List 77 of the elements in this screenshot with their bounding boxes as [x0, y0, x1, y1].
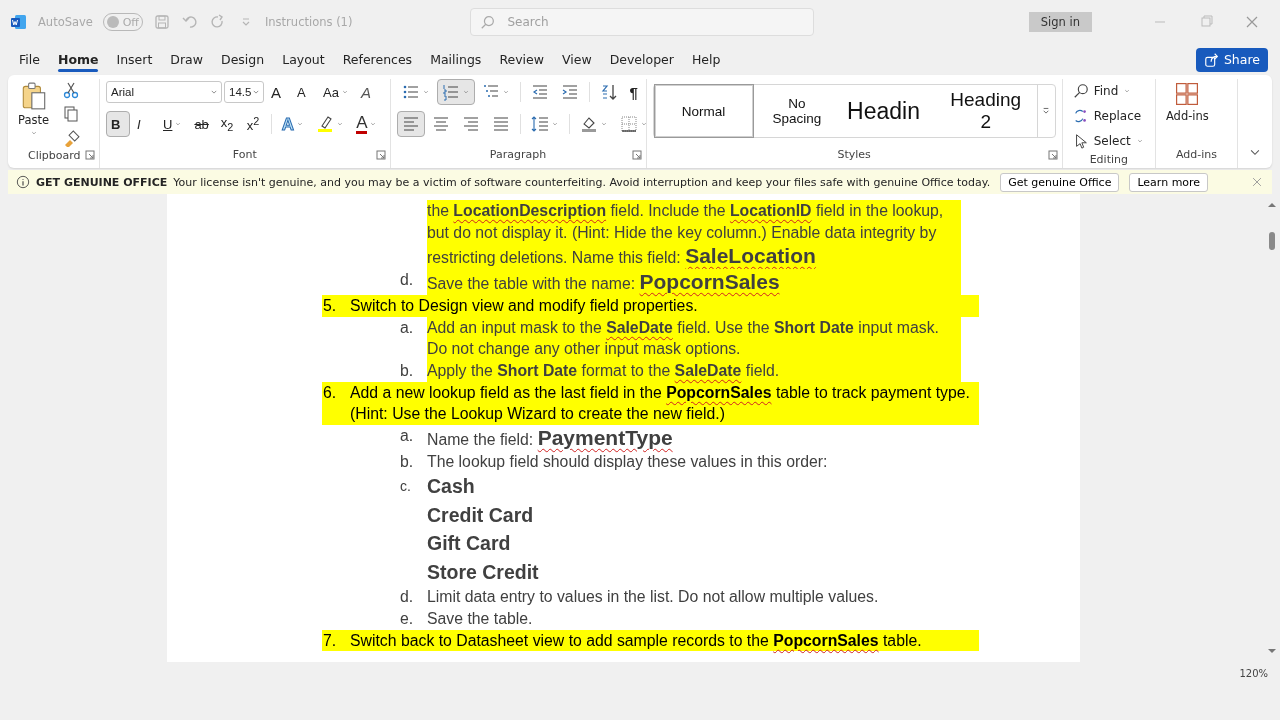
change-case-button[interactable]: Aa: [318, 79, 354, 105]
value-item-text: Cash: [427, 474, 475, 500]
zoom-level[interactable]: 120%: [1239, 668, 1268, 714]
paste-button[interactable]: Paste: [14, 79, 54, 149]
list-label: 6.: [322, 382, 338, 403]
notice-message: Your license isn't genuine, and you may be a victim of software counterfeiting. Avoid interruption and keep your files safe with genuine Office today.: [173, 175, 991, 189]
no-spacing-style[interactable]: No Spacing: [753, 84, 841, 138]
group-label: Paragraph: [488, 148, 548, 163]
sub-item-text: Add an input mask to the SaleDate field. Use the Short Date input mask. Do not change any other input mask options.: [427, 316, 961, 360]
list-label: 5.: [322, 296, 338, 317]
sub-item-text: Apply the Short Date format to the SaleDate field.: [427, 359, 961, 382]
normal-style[interactable]: Normal: [653, 84, 754, 138]
sub-item-text: The lookup field should display these values in this order:: [427, 451, 829, 472]
list-label: a.: [400, 425, 415, 446]
autosave-label: AutoSave: [38, 15, 93, 29]
format-toggle[interactable]: I: [132, 111, 156, 137]
list-label: b.: [400, 451, 415, 472]
ribbon-tab[interactable]: Layout: [273, 45, 334, 74]
group-label: Clipboard: [28, 149, 79, 164]
list-label: e.: [400, 608, 415, 629]
find-button[interactable]: Find: [1068, 79, 1148, 103]
ribbon-tab[interactable]: Help: [682, 45, 730, 74]
font-name-field[interactable]: Arial: [106, 81, 222, 103]
format-toggle[interactable]: U: [158, 111, 188, 137]
search-field[interactable]: Search: [470, 8, 815, 36]
document-title: Instructions (1): [264, 15, 353, 29]
add-ins-button[interactable]: Add-ins: [1161, 79, 1213, 148]
notice-title: GET GENUINE OFFICE: [36, 175, 168, 189]
sub-item-text: Save the table with the name: PopcornSales: [427, 269, 961, 296]
ribbon-tab[interactable]: References: [333, 45, 422, 74]
grow-font-button[interactable]: A: [266, 79, 290, 105]
clear-formatting-button[interactable]: A: [355, 79, 380, 105]
select-button[interactable]: Select: [1068, 129, 1148, 153]
ribbon-tab[interactable]: Insert: [107, 45, 162, 74]
list-item-text: Add a new lookup field as the last field in the PopcornSales table to track payment type. (Hint: Use the Lookup Wizard to create the new field.): [350, 382, 971, 425]
list-label: b.: [400, 360, 415, 381]
ribbon-tab[interactable]: Mailings: [421, 45, 491, 74]
list-label: d.: [400, 587, 415, 608]
list-label: a.: [400, 317, 415, 338]
list-label: 7.: [322, 630, 338, 651]
notice-button[interactable]: Get genuine Office: [1000, 172, 1120, 192]
format-toggle[interactable]: x$^{2}$: [241, 111, 266, 137]
format-toggle[interactable]: x$_{2}$: [215, 111, 240, 137]
sign-in-button[interactable]: Sign in: [1028, 12, 1092, 32]
list-label: c.: [400, 477, 412, 497]
value-item-text: Credit Card: [427, 502, 534, 528]
format-toggle[interactable]: B: [106, 111, 130, 137]
ribbon-tab[interactable]: View: [553, 45, 601, 74]
notice-button[interactable]: Learn more: [1129, 172, 1209, 192]
sub-item-text: the LocationDescription field. Include the LocationID field in the lookup, but do not display it. (Hint: Hide the key column.) Enable data integrity by restricting deletions. Name this field: SaleLocation: [427, 200, 961, 270]
sub-item-text: Limit data entry to values in the list. Do not allow multiple values.: [427, 587, 880, 608]
group-label: Styles: [836, 148, 872, 163]
ribbon-tab[interactable]: Home: [48, 45, 108, 74]
sub-item-text: Save the table.: [427, 608, 534, 629]
font-color-button[interactable]: A: [351, 111, 383, 137]
format-toggle[interactable]: ab: [189, 111, 214, 137]
share-button[interactable]: Share: [1195, 47, 1268, 72]
value-item-text: Store Credit: [427, 559, 539, 585]
ribbon-tab[interactable]: Review: [490, 45, 553, 74]
heading-2-style[interactable]: Heading 2: [934, 84, 1038, 138]
list-label: d.: [400, 270, 415, 291]
replace-button[interactable]: Replace: [1068, 104, 1148, 128]
show-formatting-button[interactable]: ¶: [624, 79, 649, 105]
ribbon-tab[interactable]: Design: [212, 45, 274, 74]
list-item-text: Switch to Design view and modify field properties.: [350, 296, 699, 317]
group-label: Add-ins: [1175, 148, 1217, 163]
ribbon-tab[interactable]: File: [10, 45, 49, 74]
sub-item-text: Name the field: PaymentType: [427, 424, 674, 451]
group-label: Font: [231, 148, 258, 163]
list-item-text: Switch back to Datasheet view to add sample records to the PopcornSales table.: [350, 630, 923, 651]
group-label: Editing: [1088, 153, 1129, 168]
value-item-text: Gift Card: [427, 531, 511, 557]
shrink-font-button[interactable]: A: [292, 79, 316, 105]
ribbon-tab[interactable]: Draw: [161, 45, 212, 74]
heading-1-style[interactable]: Headin: [840, 84, 935, 138]
ribbon-tab[interactable]: Developer: [600, 45, 683, 74]
font-size-field[interactable]: 14.5: [224, 81, 264, 103]
